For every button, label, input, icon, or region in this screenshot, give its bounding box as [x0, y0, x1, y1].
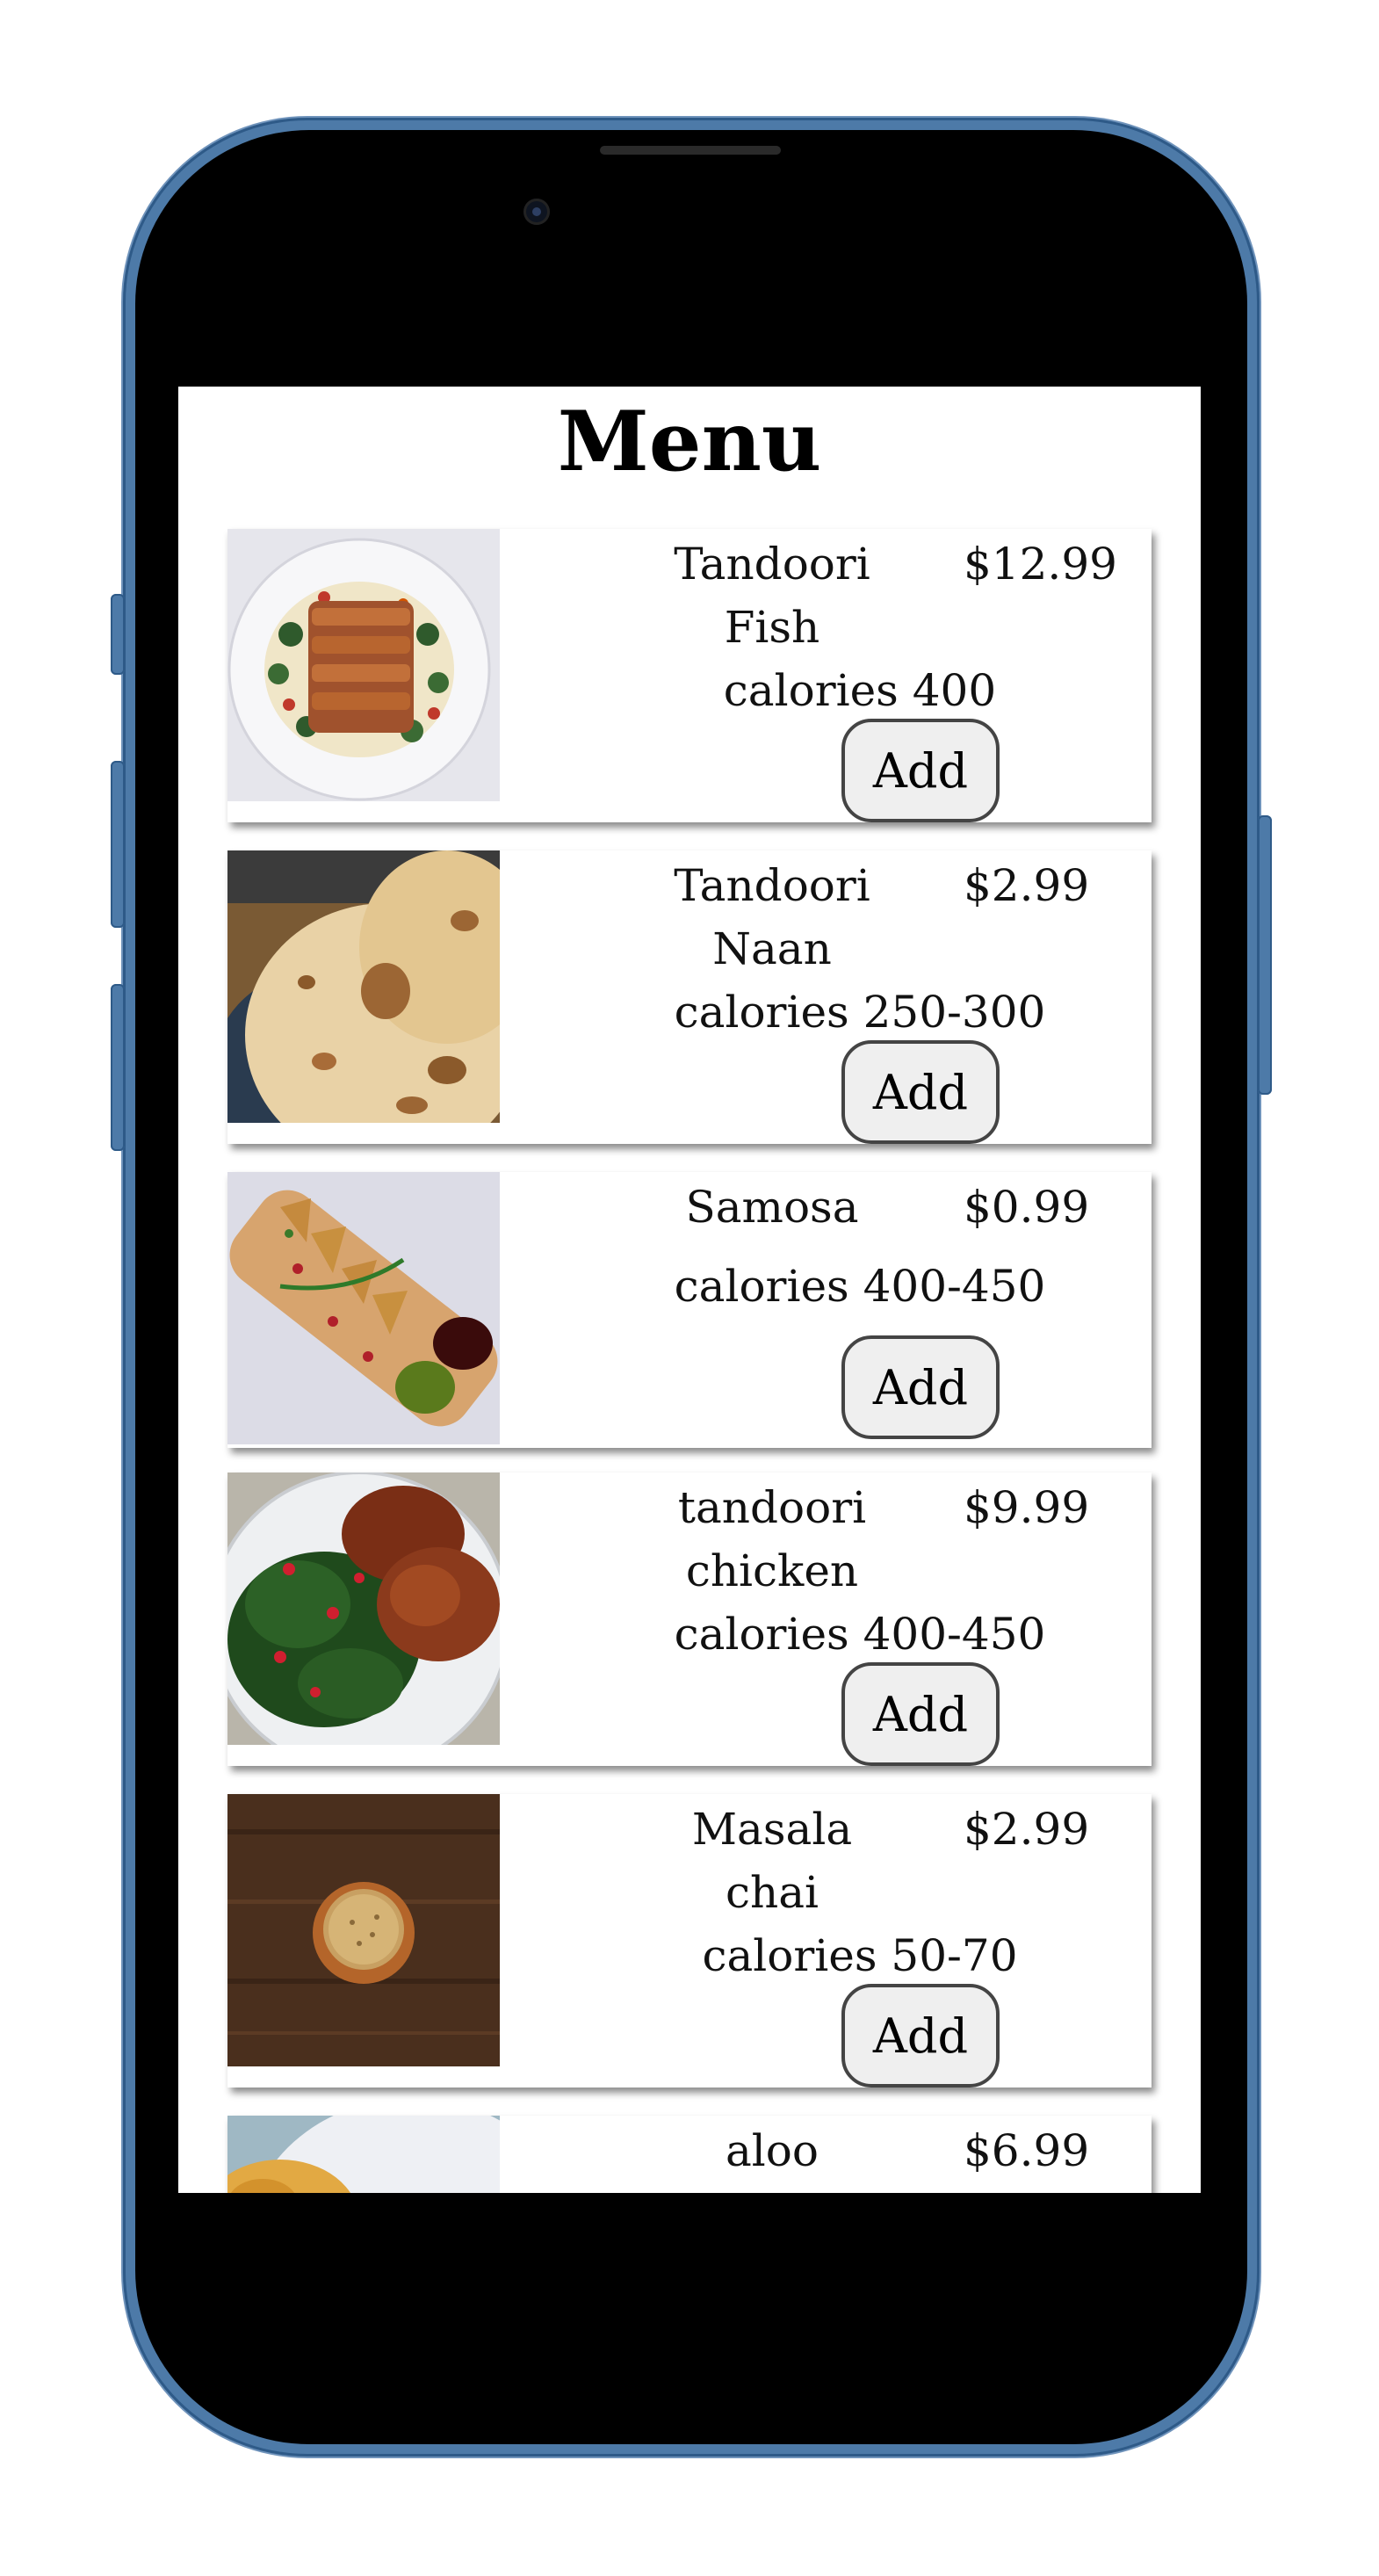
item-name: Tandoori Fish [674, 539, 870, 653]
item-calories: calories 50-70 [702, 1930, 1018, 1981]
item-name: Samosa [685, 1182, 859, 1233]
menu-item-card: Masala chai $2.99 calories 50-70 Add [227, 1794, 1152, 2088]
menu-item-card: Samosa $0.99 calories 400-450 Add [227, 1172, 1152, 1448]
app-screen: Menu Tandoori Fish $12.99 calories 400 A… [178, 387, 1201, 2193]
item-calories: calories 400-450 [674, 1261, 1046, 1312]
add-button[interactable]: Add [841, 1040, 1000, 1144]
samosa-image [227, 1172, 500, 1444]
item-name: Masala chai [691, 1804, 853, 1918]
item-price: $0.99 [964, 1182, 1090, 1233]
item-calories: calories 400-450 [674, 1609, 1046, 1660]
item-name: Tandoori Naan [674, 860, 870, 974]
menu-item-card: Tandoori Fish $12.99 calories 400 Add [227, 529, 1152, 822]
add-button[interactable]: Add [841, 719, 1000, 822]
menu-list: Tandoori Fish $12.99 calories 400 Add Ta… [227, 529, 1152, 2193]
page-title: Menu [557, 394, 822, 490]
item-name: tandoori chicken [677, 1482, 867, 1596]
item-price: $12.99 [964, 539, 1117, 590]
tandoori-fish-image [227, 529, 500, 801]
front-camera-icon [523, 199, 550, 225]
power-button [1258, 815, 1272, 1095]
add-button[interactable]: Add [841, 1335, 1000, 1439]
volume-up-button [111, 761, 125, 928]
item-name: aloo [725, 2125, 819, 2176]
tandoori-naan-image [227, 850, 500, 1123]
item-calories: calories 250-300 [674, 987, 1046, 1038]
item-price: $9.99 [964, 1482, 1090, 1533]
silent-switch [111, 594, 125, 675]
volume-down-button [111, 984, 125, 1151]
item-price: $6.99 [964, 2125, 1090, 2176]
item-price: $2.99 [964, 860, 1090, 911]
tandoori-chicken-image [227, 1473, 500, 1745]
menu-item-card: tandoori chicken $9.99 calories 400-450 … [227, 1473, 1152, 1766]
aloo-image [227, 2116, 500, 2193]
add-button[interactable]: Add [841, 1662, 1000, 1766]
menu-item-card: Tandoori Naan $2.99 calories 250-300 Add [227, 850, 1152, 1144]
add-button[interactable]: Add [841, 1984, 1000, 2088]
earpiece-speaker [600, 146, 781, 155]
menu-item-card: aloo $6.99 Add [227, 2116, 1152, 2193]
item-price: $2.99 [964, 1804, 1090, 1855]
masala-chai-image [227, 1794, 500, 2066]
item-calories: calories 400 [723, 665, 997, 716]
